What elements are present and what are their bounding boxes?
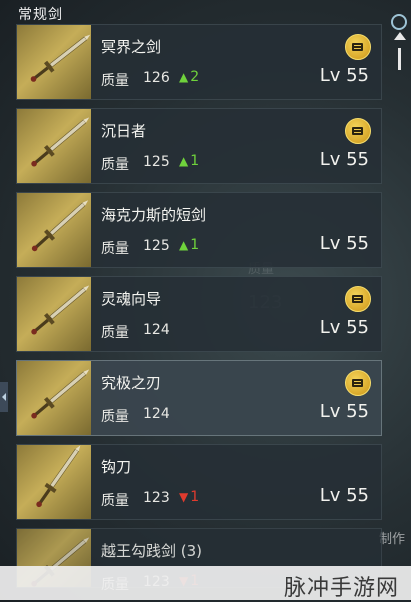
chest-icon[interactable] <box>345 370 371 396</box>
weapon-level: Lv 55 <box>319 149 369 170</box>
quality-label: 质量 <box>101 493 129 509</box>
circle-icon[interactable] <box>391 14 407 30</box>
trend-up-indicator: ▲ 2 <box>179 69 199 85</box>
collapse-tab[interactable] <box>0 382 8 412</box>
triangle-down-icon: ▼ <box>179 490 189 504</box>
weapon-list: 冥界之剑 质量 126 ▲ 2 Lv 55 沉日者 质量 125 ▲ 1 Lv 55 海克力斯的短剑 质量… <box>16 24 382 596</box>
weapon-name: 越王勾践剑 (3) <box>101 542 203 560</box>
weapon-item[interactable]: 沉日者质量 125 ▲ 1 Lv 55 <box>16 108 382 184</box>
triangle-up-icon: ▲ <box>179 238 189 252</box>
weapon-level: Lv 55 <box>319 485 369 506</box>
weapon-thumbnail <box>17 445 91 519</box>
trend-value: 2 <box>190 69 200 85</box>
background-corner-label: 制作 <box>378 532 405 547</box>
weapon-thumbnail <box>17 25 91 99</box>
weapon-level: Lv 55 <box>319 317 369 338</box>
quality-label: 质量 <box>101 409 129 425</box>
weapon-name: 海克力斯的短剑 <box>101 206 207 224</box>
quality-value: 125 <box>143 238 170 254</box>
weapon-thumbnail <box>17 277 91 351</box>
trend-value: 1 <box>190 153 200 169</box>
quality-value: 124 <box>143 322 170 338</box>
triangle-up-icon: ▲ <box>179 70 189 84</box>
weapon-name: 沉日者 <box>101 122 147 140</box>
chest-icon[interactable] <box>345 118 371 144</box>
scroll-thumb[interactable] <box>398 48 401 70</box>
weapon-item[interactable]: 灵魂向导质量 124 Lv 55 <box>16 276 382 352</box>
section-title: 常规剑 <box>18 7 63 23</box>
weapon-item[interactable]: 钩刀质量 123 ▼ 1 Lv 55 <box>16 444 382 520</box>
weapon-thumbnail <box>17 193 91 267</box>
weapon-name: 钩刀 <box>101 458 132 476</box>
chest-icon[interactable] <box>345 286 371 312</box>
weapon-level: Lv 55 <box>319 65 369 86</box>
trend-value: 1 <box>190 489 200 505</box>
quality-value: 126 <box>143 70 170 86</box>
scrollbar[interactable] <box>391 30 409 72</box>
quality-label: 质量 <box>101 73 129 89</box>
chest-icon[interactable] <box>345 34 371 60</box>
weapon-item[interactable]: 海克力斯的短剑 质量 125 ▲ 1 Lv 55 <box>16 192 382 268</box>
quality-value: 123 <box>143 490 170 506</box>
weapon-name: 究极之刃 <box>101 374 162 392</box>
quality-label: 质量 <box>101 241 129 257</box>
weapon-item[interactable]: 冥界之剑质量 126 ▲ 2 Lv 55 <box>16 24 382 100</box>
weapon-thumbnail <box>17 361 91 435</box>
quality-value: 124 <box>143 406 170 422</box>
quality-label: 质量 <box>101 157 129 173</box>
quality-label: 质量 <box>101 325 129 341</box>
triangle-up-icon: ▲ <box>179 154 189 168</box>
weapon-name: 冥界之剑 <box>101 38 162 56</box>
trend-up-indicator: ▲ 1 <box>179 237 199 253</box>
weapon-thumbnail <box>17 109 91 183</box>
weapon-level: Lv 55 <box>319 401 369 422</box>
trend-value: 1 <box>190 237 200 253</box>
weapon-item[interactable]: 究极之刃质量 124 Lv 55 <box>16 360 382 436</box>
weapon-level: Lv 55 <box>319 233 369 254</box>
trend-down-indicator: ▼1 <box>179 489 199 505</box>
scroll-up-icon[interactable] <box>394 32 406 40</box>
trend-up-indicator: ▲ 1 <box>179 153 199 169</box>
watermark: 脉冲手游网 <box>283 576 399 601</box>
weapon-name: 灵魂向导 <box>101 290 162 308</box>
quality-value: 125 <box>143 154 170 170</box>
